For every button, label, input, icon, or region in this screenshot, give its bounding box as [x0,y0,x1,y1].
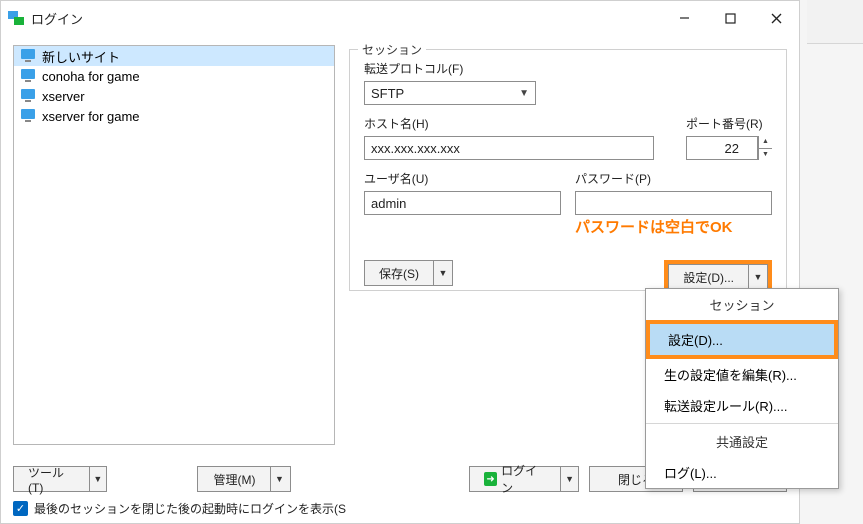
username-input[interactable] [364,191,561,215]
chevron-down-icon[interactable]: ▼ [271,467,289,491]
close-button[interactable] [753,1,799,35]
monitor-icon [20,69,36,83]
titlebar: ログイン [1,1,799,35]
password-annotation: パスワードは空白でOK [575,216,733,237]
settings-button[interactable]: 設定(D)... ▼ [668,264,768,290]
save-button[interactable]: 保存(S) ▼ [364,260,453,286]
manage-button[interactable]: 管理(M) ▼ [197,466,291,492]
app-icon [7,9,25,27]
dropdown-item-raw-settings[interactable]: 生の設定値を編集(R)... [646,359,838,390]
password-label: パスワード(P) [575,170,772,187]
settings-button-label: 設定(D)... [669,265,749,289]
chevron-down-icon: ▼ [519,88,529,99]
show-login-checkbox-row[interactable]: ✓ 最後のセッションを閉じた後の起動時にログインを表示(S [13,500,346,517]
separator [646,423,838,424]
monitor-icon [20,109,36,123]
spinner-down-icon[interactable]: ▼ [759,149,772,161]
protocol-value: SFTP [371,86,404,101]
tools-button[interactable]: ツール(T) ▼ [13,466,107,492]
checkbox-checked-icon[interactable]: ✓ [13,501,28,516]
session-legend: セッション [358,41,426,58]
login-button[interactable]: ➜ ログイン ▼ [469,466,579,492]
dropdown-item-label: 転送設定ルール(R).... [664,399,788,414]
site-label: xserver for game [42,109,140,124]
host-input[interactable] [364,136,654,160]
dropdown-item-label: 生の設定値を編集(R)... [664,368,797,383]
dropdown-common-header: 共通設定 [646,426,838,457]
spinner-up-icon[interactable]: ▲ [759,136,772,149]
dropdown-item-transfer-rules[interactable]: 転送設定ルール(R).... [646,390,838,421]
password-input[interactable] [575,191,772,215]
host-label: ホスト名(H) [364,115,672,132]
session-fieldset: セッション 転送プロトコル(F) SFTP ▼ ホスト名(H) ポート番号(R) [349,49,787,291]
site-item[interactable]: xserver for game [14,106,334,126]
monitor-icon [20,89,36,103]
port-spinner[interactable]: ▲ ▼ [758,136,772,160]
dropdown-item-label: ログ(L)... [664,466,717,481]
chevron-down-icon[interactable]: ▼ [749,265,767,289]
monitor-icon [20,49,36,63]
chevron-down-icon[interactable]: ▼ [561,467,578,491]
site-list[interactable]: 新しいサイト conoha for game xserver xserver f… [13,45,335,445]
protocol-label: 転送プロトコル(F) [364,60,772,77]
save-button-label: 保存(S) [365,261,434,285]
login-label: ログイン [501,462,546,496]
manage-label: 管理(M) [200,467,271,491]
port-input[interactable] [686,136,758,160]
chevron-down-icon[interactable]: ▼ [434,261,452,285]
checkbox-label: 最後のセッションを閉じた後の起動時にログインを表示(S [34,500,346,517]
username-label: ユーザ名(U) [364,170,561,187]
settings-dropdown: セッション 設定(D)... 生の設定値を編集(R)... 転送設定ルール(R)… [645,288,839,489]
tools-label: ツール(T) [14,467,90,491]
port-label: ポート番号(R) [686,115,772,132]
background-strip [807,0,863,44]
login-icon: ➜ [484,472,497,486]
protocol-select[interactable]: SFTP ▼ [364,81,536,105]
dropdown-item-log[interactable]: ログ(L)... [646,457,838,488]
dropdown-item-settings[interactable]: 設定(D)... [650,324,834,355]
site-item[interactable]: xserver [14,86,334,106]
site-label: 新しいサイト [42,47,120,66]
site-item-new[interactable]: 新しいサイト [14,46,334,66]
site-item[interactable]: conoha for game [14,66,334,86]
dropdown-item-label: 設定(D)... [668,333,723,348]
dropdown-header: セッション [646,289,838,320]
site-label: xserver [42,89,85,104]
window-title: ログイン [31,9,83,28]
maximize-button[interactable] [707,1,753,35]
minimize-button[interactable] [661,1,707,35]
site-label: conoha for game [42,69,140,84]
chevron-down-icon[interactable]: ▼ [90,467,106,491]
